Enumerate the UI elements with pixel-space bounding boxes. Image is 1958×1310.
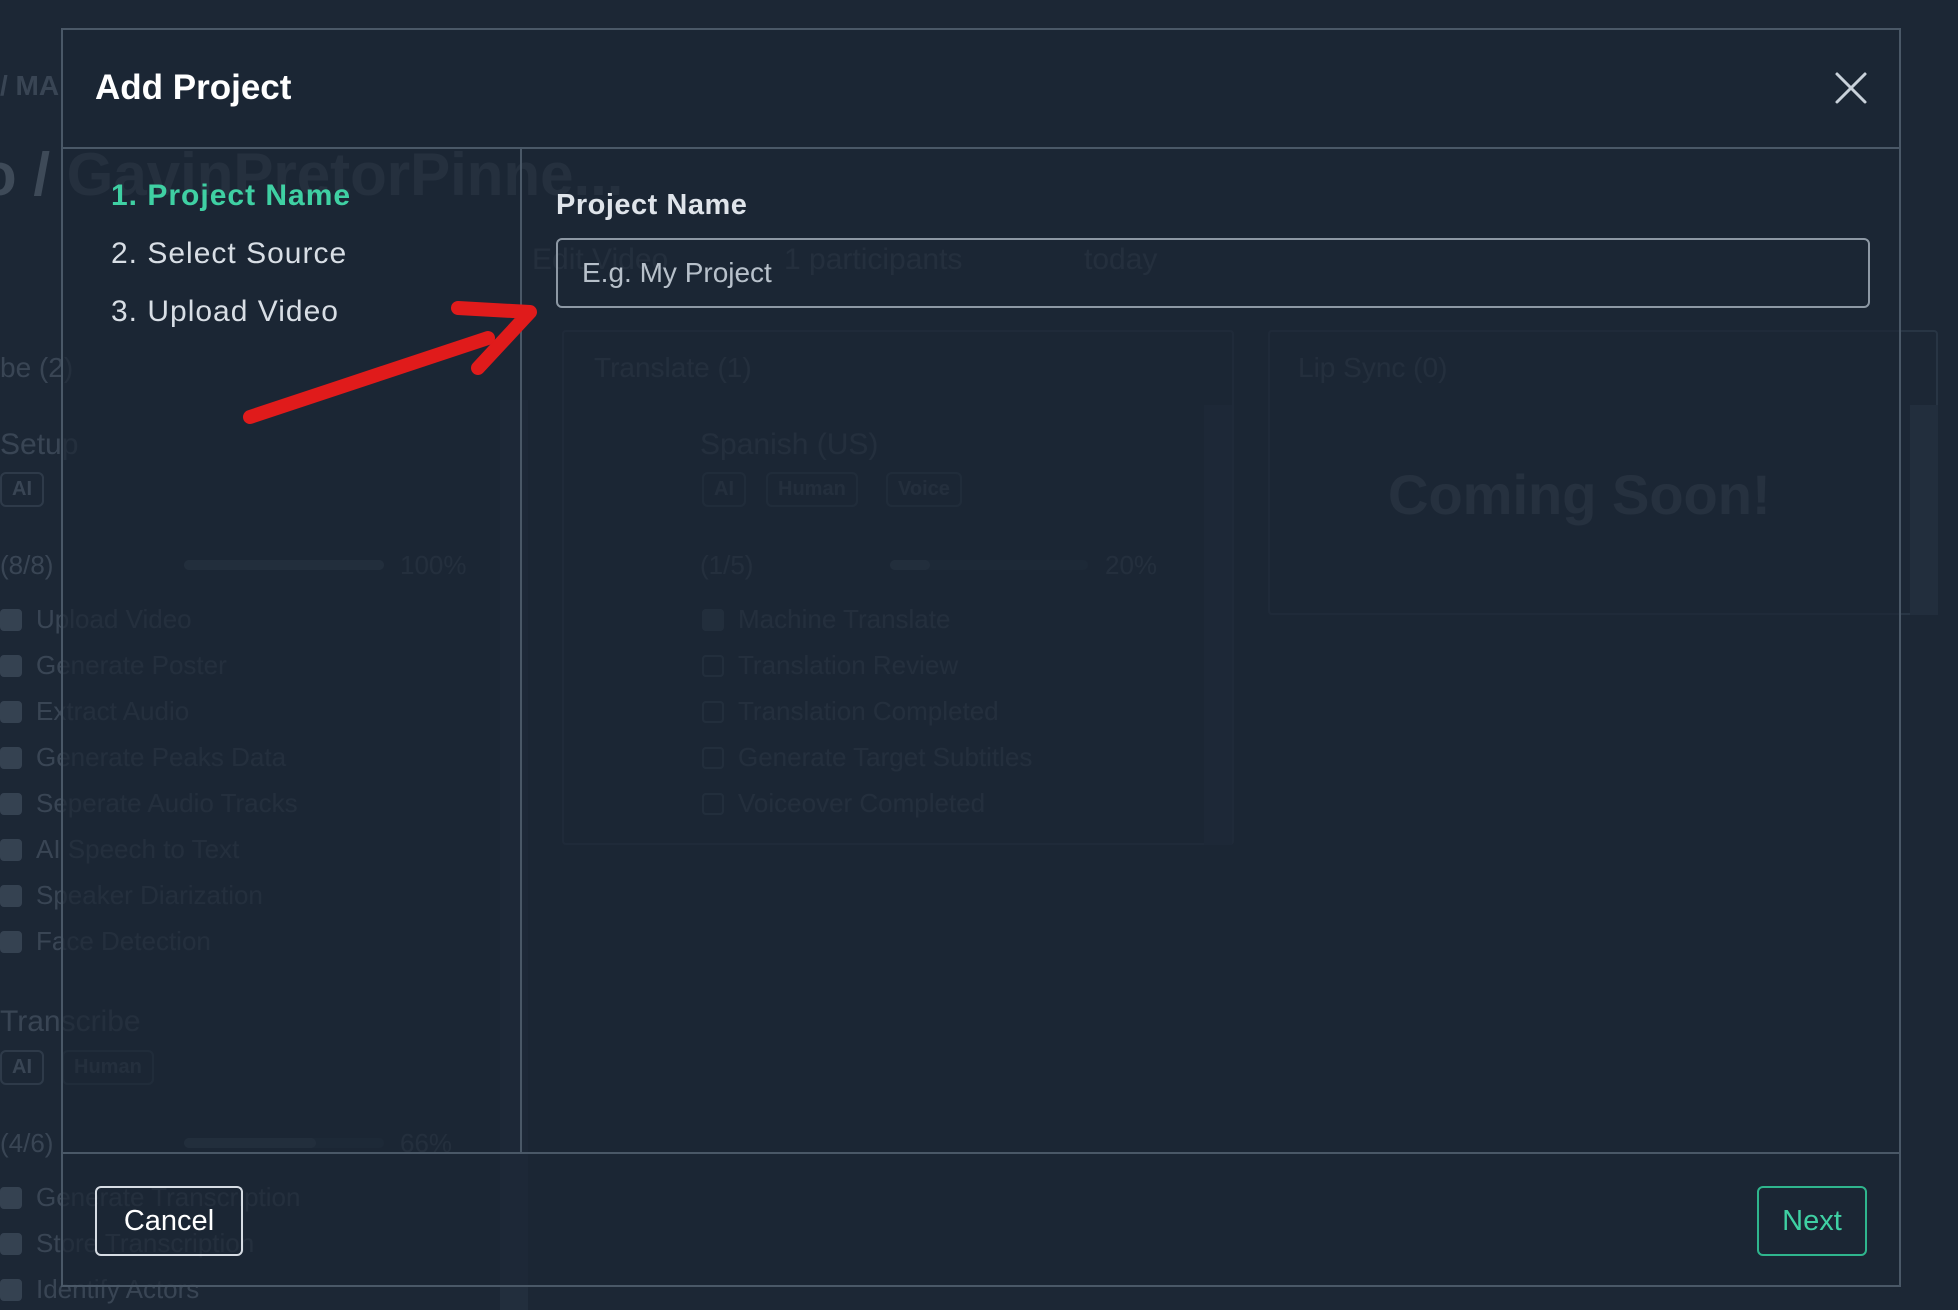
step-content: Project Name	[524, 149, 1899, 1152]
modal-header: Add Project	[63, 30, 1899, 149]
checkbox-icon	[0, 609, 22, 631]
checkbox-icon	[0, 655, 22, 677]
next-button[interactable]: Next	[1757, 1186, 1867, 1256]
scrollbar	[1910, 405, 1938, 615]
project-name-input[interactable]	[556, 238, 1870, 308]
project-name-label: Project Name	[556, 189, 748, 221]
checkbox-icon	[0, 1279, 22, 1301]
step-upload-video[interactable]: 3. Upload Video	[111, 295, 339, 329]
step-select-source[interactable]: 2. Select Source	[111, 237, 347, 271]
progress-label: (4/6)	[0, 1128, 54, 1158]
chip: AI	[0, 1050, 44, 1085]
breadcrumb: / MA	[0, 70, 60, 101]
cancel-button[interactable]: Cancel	[95, 1186, 243, 1256]
checkbox-icon	[0, 1187, 22, 1209]
add-project-modal: Add Project 1. Project Name 2. Select So…	[61, 28, 1901, 1287]
close-button[interactable]	[1831, 68, 1871, 108]
checkbox-icon	[0, 747, 22, 769]
checkbox-icon	[0, 701, 22, 723]
checkbox-icon	[0, 885, 22, 907]
progress-label: (8/8)	[0, 550, 54, 580]
modal-title: Add Project	[95, 68, 292, 107]
step-list: 1. Project Name 2. Select Source 3. Uplo…	[63, 149, 522, 1152]
checkbox-icon	[0, 839, 22, 861]
checkbox-icon	[0, 1233, 22, 1255]
chip: AI	[0, 472, 44, 507]
checkbox-icon	[0, 793, 22, 815]
checkbox-icon	[0, 931, 22, 953]
step-project-name[interactable]: 1. Project Name	[111, 179, 351, 213]
close-icon	[1835, 72, 1867, 104]
modal-footer: Cancel Next	[63, 1152, 1899, 1289]
